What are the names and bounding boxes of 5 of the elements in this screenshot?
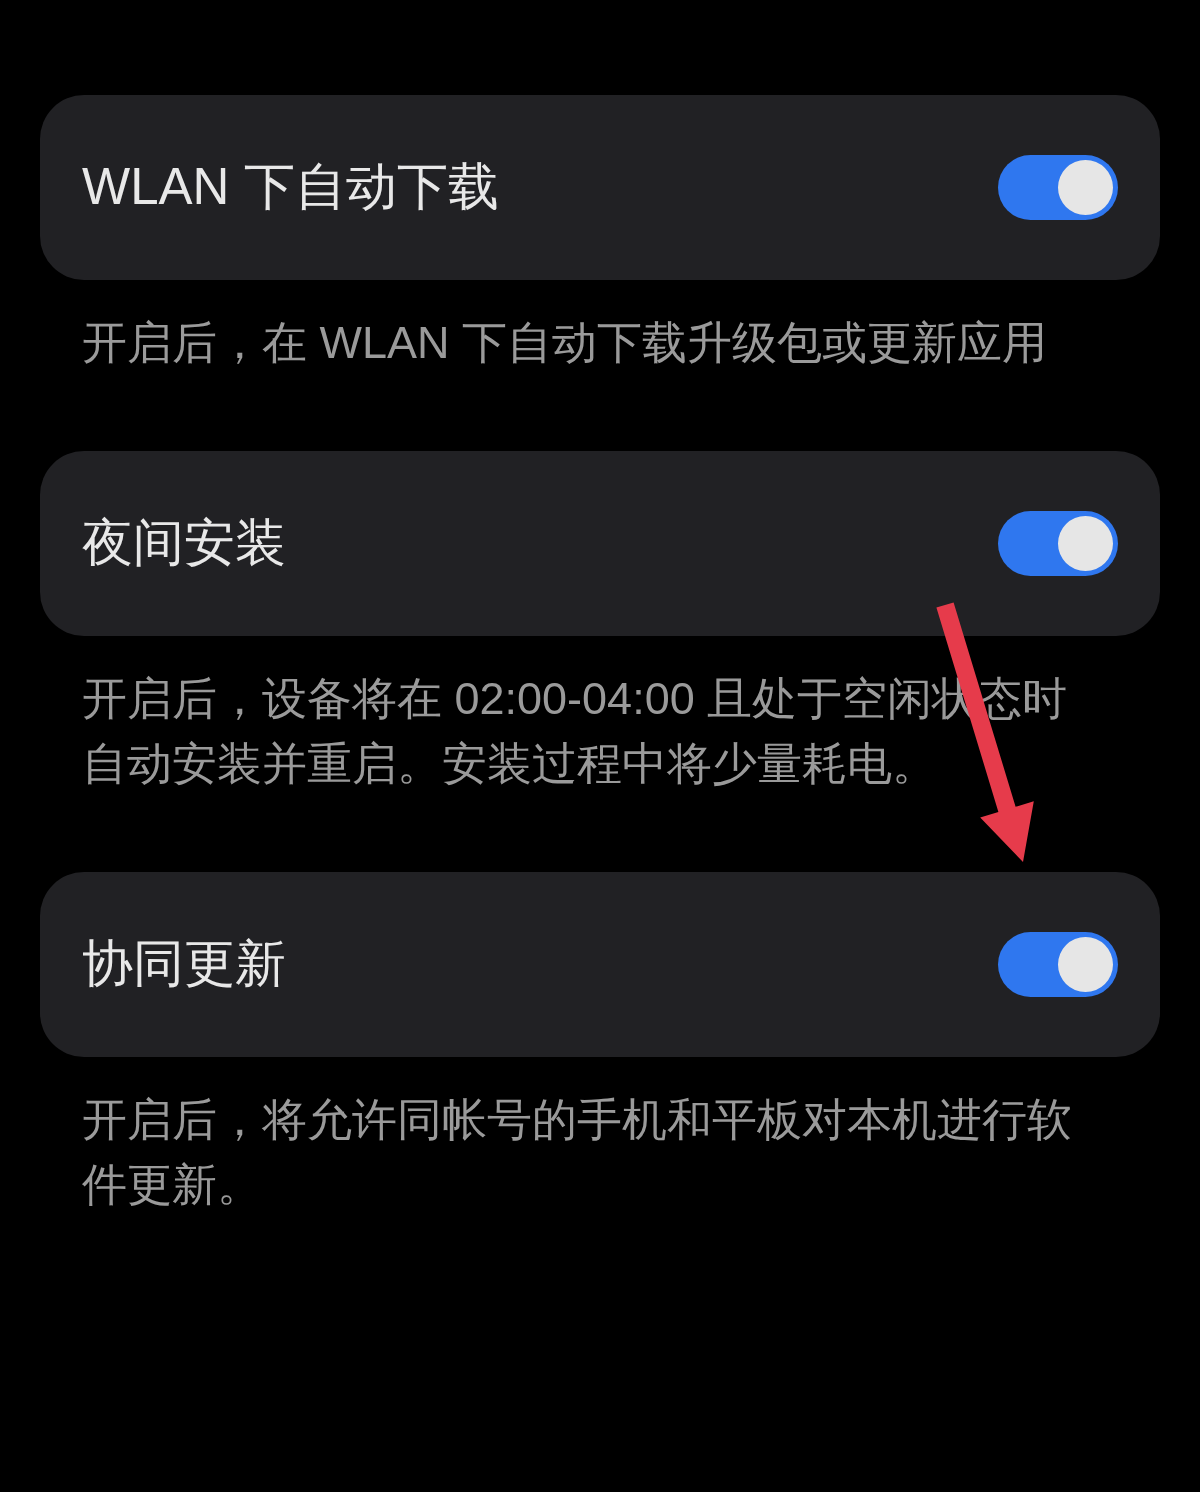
setting-description: 开启后，在 WLAN 下自动下载升级包或更新应用 [82,316,1049,370]
setting-title: WLAN 下自动下载 [82,157,499,217]
setting-description: 开启后，将允许同帐号的手机和平板对本机进行软件更新。 [82,1093,1073,1212]
setting-title: 协同更新 [82,934,286,994]
setting-title: 夜间安装 [82,513,286,573]
